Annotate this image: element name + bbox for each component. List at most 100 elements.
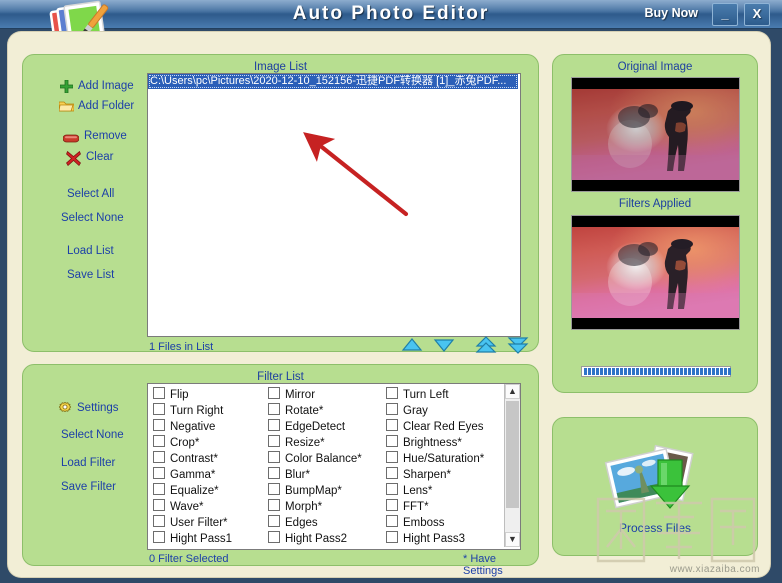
filter-checkbox-item[interactable]: Wave* [153, 499, 232, 515]
filter-label: Mirror [285, 389, 316, 401]
checkbox-icon[interactable] [268, 531, 280, 543]
checkbox-icon[interactable] [386, 435, 398, 447]
scroll-down-icon[interactable]: ▼ [505, 532, 520, 547]
checkbox-icon[interactable] [386, 419, 398, 431]
progress-segment [656, 368, 659, 375]
checkbox-icon[interactable] [153, 483, 165, 495]
filter-checkbox-item[interactable]: Turn Right [153, 403, 232, 419]
move-down-icon[interactable] [433, 335, 455, 355]
load-filter-button[interactable]: Load Filter [61, 457, 115, 469]
checkbox-icon[interactable] [386, 387, 398, 399]
checkbox-icon[interactable] [153, 467, 165, 479]
save-list-button[interactable]: Save List [67, 269, 114, 281]
checkbox-icon[interactable] [153, 435, 165, 447]
filter-checkbox-item[interactable]: Edges [268, 515, 362, 531]
checkbox-icon[interactable] [268, 419, 280, 431]
minimize-button[interactable]: _ [712, 3, 738, 26]
watermark-url: www.xiazaiba.com [669, 564, 760, 575]
filter-checkbox-item[interactable]: User Filter* [153, 515, 232, 531]
checkbox-icon[interactable] [386, 483, 398, 495]
move-top-icon[interactable] [475, 335, 497, 355]
filter-select-none-button[interactable]: Select None [61, 429, 124, 441]
filter-checkbox-item[interactable]: Contrast* [153, 451, 232, 467]
settings-button[interactable]: Settings [77, 402, 119, 414]
checkbox-icon[interactable] [386, 403, 398, 415]
filter-checkbox-item[interactable]: Flip [153, 387, 232, 403]
filter-checkbox-item[interactable]: Lens* [386, 483, 484, 499]
image-list-title: Image List [253, 61, 308, 73]
checkbox-icon[interactable] [268, 515, 280, 527]
checkbox-icon[interactable] [153, 531, 165, 543]
remove-button[interactable]: Remove [84, 130, 127, 142]
checkbox-icon[interactable] [386, 531, 398, 543]
checkbox-icon[interactable] [386, 499, 398, 511]
filter-checkbox-item[interactable]: Hight Pass2 [268, 531, 362, 547]
filter-checkbox-item[interactable]: Equalize* [153, 483, 232, 499]
filter-checkbox-item[interactable]: Turn Left [386, 387, 484, 403]
checkbox-icon[interactable] [268, 435, 280, 447]
checkbox-icon[interactable] [386, 515, 398, 527]
checkbox-icon[interactable] [268, 387, 280, 399]
filter-checkbox-item[interactable]: Blur* [268, 467, 362, 483]
filter-checkbox-item[interactable]: Gamma* [153, 467, 232, 483]
progress-segment [660, 368, 663, 375]
filter-list-scrollbar[interactable]: ▲ ▼ [504, 384, 520, 547]
filter-checkbox-item[interactable]: Rotate* [268, 403, 362, 419]
filter-checkbox-item[interactable]: Hight Pass3 [386, 531, 484, 547]
filter-checkbox-item[interactable]: Brightness* [386, 435, 484, 451]
filter-checkbox-item[interactable]: Resize* [268, 435, 362, 451]
checkbox-icon[interactable] [268, 403, 280, 415]
progress-segment [708, 368, 711, 375]
checkbox-icon[interactable] [153, 515, 165, 527]
checkbox-icon[interactable] [386, 467, 398, 479]
checkbox-icon[interactable] [153, 387, 165, 399]
filter-checkbox-item[interactable]: Crop* [153, 435, 232, 451]
image-list-box[interactable]: C:\Users\pc\Pictures\2020-12-10_152156-迅… [147, 73, 521, 337]
progress-segment [584, 368, 587, 375]
clear-button[interactable]: Clear [86, 151, 113, 163]
checkbox-icon[interactable] [153, 419, 165, 431]
filter-label: Flip [170, 389, 189, 401]
image-list-item-selected[interactable]: C:\Users\pc\Pictures\2020-12-10_152156-迅… [148, 74, 518, 89]
progress-segment [616, 368, 619, 375]
filter-checkbox-item[interactable]: Hight Pass1 [153, 531, 232, 547]
load-list-button[interactable]: Load List [67, 245, 114, 257]
checkbox-icon[interactable] [268, 483, 280, 495]
filter-checkbox-item[interactable]: Clear Red Eyes [386, 419, 484, 435]
scroll-up-icon[interactable]: ▲ [505, 384, 520, 399]
filter-checkbox-item[interactable]: Gray [386, 403, 484, 419]
filter-checkbox-item[interactable]: Emboss [386, 515, 484, 531]
filter-checkbox-item[interactable]: FFT* [386, 499, 484, 515]
select-none-button[interactable]: Select None [61, 212, 124, 224]
filter-checkbox-item[interactable]: Hue/Saturation* [386, 451, 484, 467]
add-image-button[interactable]: Add Image [78, 80, 134, 92]
close-button[interactable]: X [744, 3, 770, 26]
x-mark-icon [66, 151, 81, 166]
filter-checkbox-item[interactable]: Mirror [268, 387, 362, 403]
buy-now-button[interactable]: Buy Now [645, 6, 698, 20]
filter-checkbox-item[interactable]: EdgeDetect [268, 419, 362, 435]
filter-checkbox-item[interactable]: Morph* [268, 499, 362, 515]
scrollbar-thumb[interactable] [506, 401, 519, 508]
original-photo [572, 89, 739, 180]
checkbox-icon[interactable] [386, 451, 398, 463]
filter-list-panel: Filter List Settings Select None Load Fi… [22, 364, 539, 577]
save-filter-button[interactable]: Save Filter [61, 481, 116, 493]
progress-segment [712, 368, 715, 375]
add-folder-button[interactable]: Add Folder [78, 100, 134, 112]
checkbox-icon[interactable] [153, 403, 165, 415]
checkbox-icon[interactable] [153, 499, 165, 511]
filter-checkbox-item[interactable]: Color Balance* [268, 451, 362, 467]
move-bottom-icon[interactable] [507, 335, 529, 355]
move-up-icon[interactable] [401, 335, 423, 355]
filter-list-box[interactable]: Flip Turn Right Negative Crop* Contrast* Gamm… [147, 383, 521, 550]
checkbox-icon[interactable] [268, 467, 280, 479]
process-files-panel[interactable]: Process Files [552, 417, 758, 556]
checkbox-icon[interactable] [153, 451, 165, 463]
checkbox-icon[interactable] [268, 451, 280, 463]
checkbox-icon[interactable] [268, 499, 280, 511]
filter-checkbox-item[interactable]: BumpMap* [268, 483, 362, 499]
filter-checkbox-item[interactable]: Sharpen* [386, 467, 484, 483]
select-all-button[interactable]: Select All [67, 188, 114, 200]
filter-checkbox-item[interactable]: Negative [153, 419, 232, 435]
